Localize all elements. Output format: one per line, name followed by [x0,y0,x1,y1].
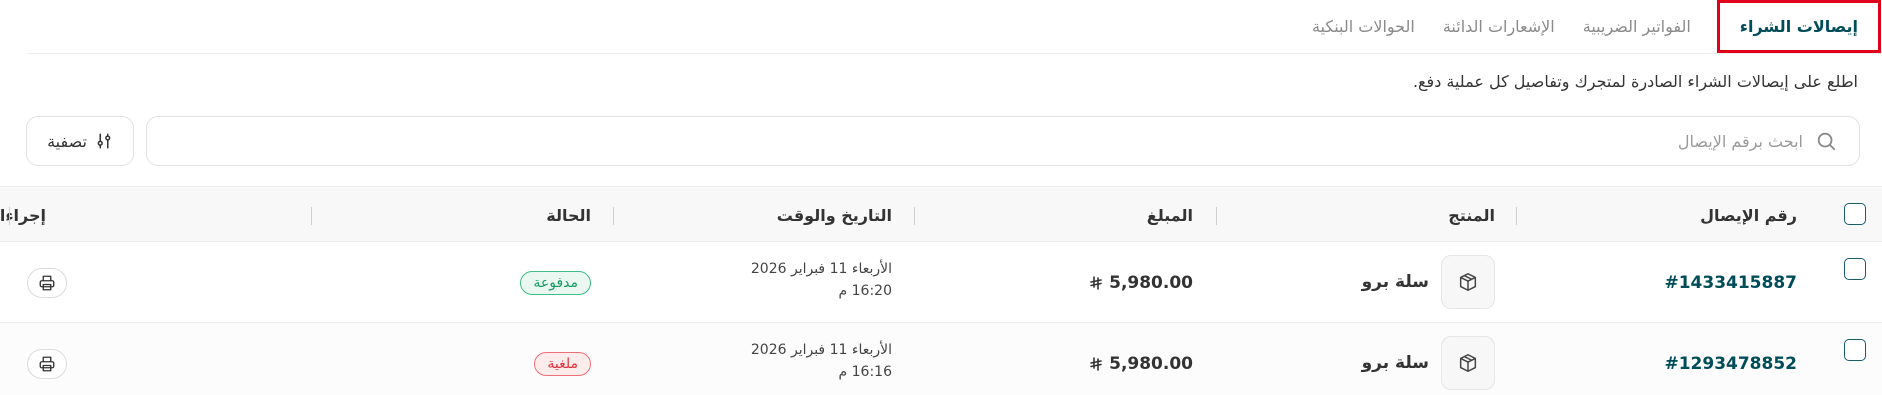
col-date-time: التاريخ والوقت [776,205,892,225]
col-actions: إجراءات [0,205,46,225]
search-input[interactable] [303,131,1803,151]
date-text: الأربعاء 11 فبراير 2026 [750,261,892,277]
product-name: سلة برو [1361,272,1429,292]
filter-button[interactable]: تصفية [26,116,134,166]
column-divider [311,207,312,225]
row-checkbox[interactable] [1844,339,1866,361]
receipt-number-link[interactable]: #1433415887 [1664,273,1797,293]
column-divider [1216,207,1217,225]
product-thumbnail [1441,336,1495,390]
table-row: #1433415887 سلة برو 5,980.00 الأربعاء 11… [0,242,1882,323]
product-name: سلة برو [1361,353,1429,373]
col-product: المنتج [1448,205,1495,225]
riyal-icon [1089,275,1103,290]
search-box [146,116,1860,166]
product-thumbnail [1441,255,1495,309]
printer-icon [38,355,56,373]
filter-label: تصفية [47,131,87,151]
table-row: #1293478852 سلة برو 5,980.00 الأربعاء 11… [0,323,1882,395]
time-text: 16:16 م [838,364,892,380]
print-button[interactable] [27,267,67,298]
table-header: رقم الإيصال المنتج المبلغ التاريخ والوقت… [0,186,1882,242]
box-icon [1457,271,1479,293]
time-text: 16:20 م [838,283,892,299]
box-icon [1457,352,1479,374]
riyal-icon [1089,356,1103,371]
printer-icon [38,274,56,292]
col-status: الحالة [546,205,591,225]
purchase-receipts-page: إيصالات الشراء الفواتير الضريبية الإشعار… [0,0,1882,395]
column-divider [9,207,10,225]
amount-value: 5,980.00 [1109,272,1193,293]
column-divider [914,207,915,225]
select-all-checkbox[interactable] [1844,203,1866,225]
amount-value: 5,980.00 [1109,353,1193,374]
date-text: الأربعاء 11 فبراير 2026 [750,342,892,358]
row-checkbox[interactable] [1844,258,1866,280]
sliders-icon [95,132,113,150]
col-receipt-number: رقم الإيصال [1700,205,1797,225]
tabs-bar: إيصالات الشراء الفواتير الضريبية الإشعار… [28,0,1881,54]
tab-credit-notes[interactable]: الإشعارات الدائنة [1429,0,1569,54]
status-badge: مدفوعة [520,270,591,295]
tab-purchase-receipts[interactable]: إيصالات الشراء [1716,0,1881,53]
receipt-number-link[interactable]: #1293478852 [1664,354,1797,374]
page-description: اطلع على إيصالات الشراء الصادرة لمتجرك و… [1412,72,1858,91]
tab-bank-transfers[interactable]: الحوالات البنكية [1298,0,1429,54]
column-divider [1516,207,1517,225]
status-badge: ملغية [534,351,591,376]
print-button[interactable] [27,348,67,379]
col-amount: المبلغ [1146,205,1193,225]
search-icon [1803,130,1837,152]
column-divider [613,207,614,225]
tab-tax-invoices[interactable]: الفواتير الضريبية [1569,0,1705,54]
